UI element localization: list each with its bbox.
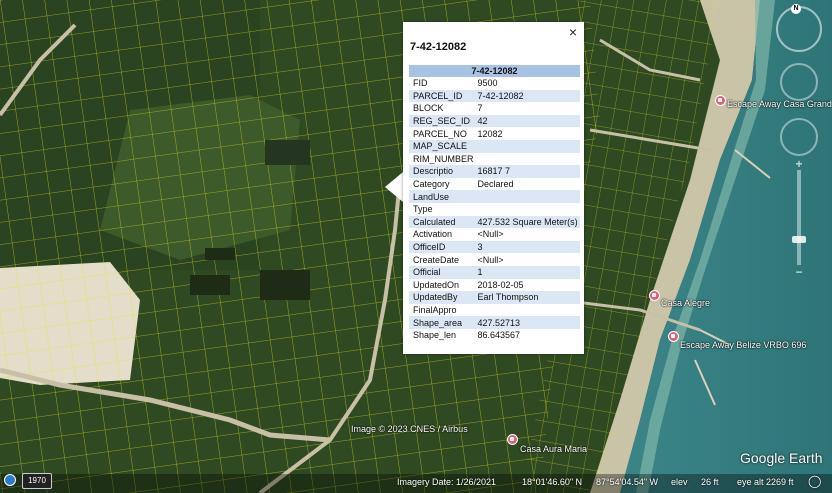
attr-value: 7-42-12082 xyxy=(473,89,580,103)
eye-altitude: eye alt 2269 ft xyxy=(737,477,794,487)
table-row: Activation <Null> xyxy=(409,228,580,241)
attr-value xyxy=(473,190,580,203)
attr-key: LandUse xyxy=(409,190,474,203)
attr-key: Type xyxy=(413,204,433,215)
table-row: Category Declared xyxy=(409,178,580,191)
attr-key: OfficeID xyxy=(409,240,474,254)
attribute-table: 7-42-12082 FID 9500 PARCEL_ID 7-42-12082 B… xyxy=(409,65,580,341)
imagery-date: Imagery Date: 1/26/2021 xyxy=(397,477,497,487)
table-row: RIM_NUMBER xyxy=(409,153,580,166)
north-indicator[interactable]: N xyxy=(791,4,801,14)
attr-key: Shape_area xyxy=(409,316,474,329)
attr-value: Earl Thompson xyxy=(473,291,580,304)
attr-value: 9500 xyxy=(477,78,498,89)
attr-value: <Null> xyxy=(477,254,504,265)
globe-icon[interactable] xyxy=(4,474,16,486)
table-header: 7-42-12082 xyxy=(409,65,580,77)
attr-value: 86.643567 xyxy=(477,330,521,341)
elevation-label: elev xyxy=(671,477,688,487)
attr-value: 3 xyxy=(473,240,580,254)
table-row: Calculated 427.532 Square Meter(s) xyxy=(409,215,580,229)
historical-imagery-year[interactable]: 1970 xyxy=(22,473,52,489)
table-row: LandUse xyxy=(409,190,580,203)
attr-key: Official xyxy=(409,265,474,279)
attr-value: 7 xyxy=(477,103,483,114)
table-row: FinalAppro xyxy=(409,304,580,317)
table-row: Descriptio 16817 7 xyxy=(409,165,580,178)
attr-value: 1 xyxy=(473,265,580,279)
table-row: OfficeID 3 xyxy=(409,240,580,254)
attr-key: BLOCK xyxy=(413,103,444,114)
attr-key: FinalAppro xyxy=(413,304,457,315)
table-row: UpdatedBy Earl Thompson xyxy=(409,291,580,304)
attr-key: Descriptio xyxy=(409,165,474,178)
table-row: Official 1 xyxy=(409,265,580,279)
attr-value: 42 xyxy=(473,114,580,128)
place-label[interactable]: Escape Away Casa Grand xyxy=(727,99,832,109)
attr-key: PARCEL_ID xyxy=(409,89,474,103)
lodging-pin-icon[interactable] xyxy=(649,290,660,301)
parcel-info-popup: × 7-42-12082 7-42-12082 FID 9500 PARCEL_I… xyxy=(403,22,584,354)
attr-value xyxy=(474,304,580,317)
attr-key: REG_SEC_ID xyxy=(409,114,474,128)
table-row: BLOCK 7 xyxy=(409,102,580,115)
attr-key: MAP_SCALE xyxy=(409,139,474,153)
attr-key: CreateDate xyxy=(413,254,460,265)
zoom-slider[interactable] xyxy=(797,170,801,265)
attr-key: Calculated xyxy=(409,215,474,229)
attr-value: <Null> xyxy=(477,229,504,240)
imagery-credit: Image © 2023 CNES / Airbus xyxy=(351,424,468,434)
table-row: FID 9500 xyxy=(409,77,580,90)
attr-key: UpdatedOn xyxy=(413,279,460,290)
attr-value: 16817 7 xyxy=(473,165,580,178)
attr-value: Declared xyxy=(477,179,514,190)
attr-key: Activation xyxy=(413,229,453,240)
table-row: PARCEL_ID 7-42-12082 xyxy=(409,89,580,103)
look-joystick[interactable] xyxy=(780,63,818,101)
zoom-out-icon[interactable]: − xyxy=(793,266,805,278)
latitude-readout: 18°01'46.60" N xyxy=(522,477,583,487)
attr-value xyxy=(474,203,580,216)
move-joystick[interactable] xyxy=(780,118,818,156)
attr-key: PARCEL_NO xyxy=(413,128,467,139)
streaming-indicator-icon: ◯ xyxy=(808,474,822,488)
table-row: PARCEL_NO 12082 xyxy=(409,127,580,140)
attr-key: UpdatedBy xyxy=(409,291,474,304)
popup-pointer xyxy=(385,172,403,202)
zoom-in-icon[interactable]: + xyxy=(793,158,805,170)
table-row: UpdatedOn 2018-02-05 xyxy=(409,279,580,292)
popup-title: 7-42-12082 xyxy=(410,41,467,53)
place-label[interactable]: Casa Aura Maria xyxy=(520,444,587,454)
attr-key: FID xyxy=(413,78,428,89)
table-row: Shape_len 86.643567 xyxy=(409,329,580,342)
google-earth-logo: Google Earth xyxy=(740,450,823,466)
attr-value: 12082 xyxy=(477,128,503,139)
place-label[interactable]: Escape Away Belize VRBO 696 xyxy=(680,340,806,350)
elevation-value: 26 ft xyxy=(701,477,719,487)
lodging-pin-icon[interactable] xyxy=(715,95,726,106)
longitude-readout: 87°54'04.54" W xyxy=(596,477,659,487)
close-icon[interactable]: × xyxy=(566,23,580,41)
place-label[interactable]: Casa Alegre xyxy=(661,298,710,308)
attr-key: Shape_len xyxy=(413,330,457,341)
zoom-slider-thumb[interactable] xyxy=(792,236,806,243)
attr-value: 427.52713 xyxy=(473,316,580,329)
attr-value: 2018-02-05 xyxy=(477,279,524,290)
lodging-pin-icon[interactable] xyxy=(507,434,518,445)
attr-value xyxy=(473,139,580,153)
table-row: REG_SEC_ID 42 xyxy=(409,114,580,128)
table-row: Type xyxy=(409,203,580,216)
table-row: CreateDate <Null> xyxy=(409,253,580,266)
table-row: Shape_area 427.52713 xyxy=(409,316,580,329)
lodging-pin-icon[interactable] xyxy=(668,331,679,342)
table-row: MAP_SCALE xyxy=(409,139,580,153)
attr-key: RIM_NUMBER xyxy=(413,153,474,164)
attr-key: Category xyxy=(413,179,450,190)
attr-value: 427.532 Square Meter(s) xyxy=(473,215,580,229)
attr-value xyxy=(474,153,580,166)
